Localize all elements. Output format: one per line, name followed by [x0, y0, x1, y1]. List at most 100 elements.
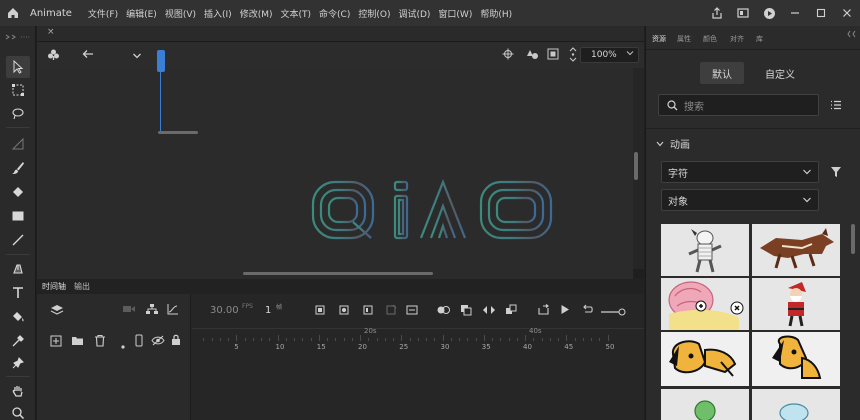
ruler-tick	[351, 338, 353, 341]
playhead[interactable]	[157, 50, 165, 72]
stage-canvas[interactable]	[37, 68, 633, 295]
menu-edit[interactable]: 编辑(E)	[122, 7, 161, 20]
menu-window[interactable]: 窗口(W)	[434, 7, 476, 20]
edit-symbols-icon[interactable]	[525, 48, 539, 64]
ruler-frame-number: 30	[440, 343, 450, 351]
asset-thumbnail[interactable]	[661, 224, 749, 276]
stage-horizontal-scrollbar[interactable]	[243, 272, 433, 275]
tab-align[interactable]: 对齐	[730, 34, 744, 44]
timeline-horizontal-scrollbar[interactable]	[158, 131, 198, 134]
toggle-default[interactable]: 默认	[700, 62, 744, 84]
pen-angle-tool-icon[interactable]	[6, 133, 30, 155]
minimize-icon[interactable]	[782, 0, 808, 26]
line-tool-icon[interactable]	[6, 229, 30, 251]
frame-ruler[interactable]: 20s40s60s80s5101520253035404550	[77, 313, 860, 351]
eraser-tool-icon[interactable]	[6, 181, 30, 203]
asset-thumbnail[interactable]	[752, 224, 840, 276]
close-icon[interactable]	[834, 0, 860, 26]
menu-bar: Animate 文件(F) 编辑(E) 视图(V) 插入(I) 修改(M) 文本…	[0, 0, 860, 26]
paint-bucket-tool-icon[interactable]	[6, 306, 30, 328]
stage-logo-artwork[interactable]	[309, 176, 557, 244]
undo-icon[interactable]	[581, 304, 593, 318]
maximize-icon[interactable]	[808, 0, 834, 26]
panel-collapse-icon[interactable]	[4, 30, 32, 43]
animate-window: Animate 文件(F) 编辑(E) 视图(V) 插入(I) 修改(M) 文本…	[0, 0, 860, 420]
toolbar-divider	[6, 254, 30, 255]
assets-vertical-scrollbar[interactable]	[851, 224, 855, 254]
center-stage-icon[interactable]	[568, 47, 578, 65]
pen-tool-icon[interactable]	[6, 258, 30, 280]
ruler-tick	[508, 338, 510, 341]
ruler-tick	[219, 338, 221, 341]
santa-character-image	[752, 278, 840, 330]
layers-stack-icon[interactable]	[50, 304, 64, 319]
pin-tool-icon[interactable]	[6, 352, 30, 374]
loop-icon[interactable]	[537, 304, 550, 319]
zoom-select[interactable]: 100%	[580, 47, 639, 63]
menu-commands[interactable]: 命令(C)	[315, 7, 354, 20]
ruler-tick	[294, 338, 295, 341]
tab-timeline[interactable]: 时间轴	[42, 281, 66, 292]
ruler-tick	[591, 338, 592, 341]
asset-thumbnail[interactable]	[752, 332, 840, 386]
play-icon[interactable]	[560, 304, 570, 318]
lasso-tool-icon[interactable]	[6, 103, 30, 125]
asset-thumbnail[interactable]	[661, 278, 749, 330]
document-tab-close[interactable]: ×	[47, 27, 55, 37]
tab-color[interactable]: 颜色	[703, 34, 717, 44]
menu-control[interactable]: 控制(O)	[354, 7, 394, 20]
zoom-slider-icon[interactable]	[600, 306, 626, 319]
toggle-custom[interactable]: 自定义	[754, 62, 806, 84]
rectangle-tool-icon[interactable]	[6, 205, 30, 227]
back-arrow-icon[interactable]	[82, 49, 94, 62]
stage-vertical-scrollbar[interactable]	[634, 152, 638, 180]
selection-tool-icon[interactable]	[6, 56, 30, 78]
ruler-tick	[244, 338, 246, 341]
asset-thumbnail[interactable]	[752, 278, 840, 330]
search-input[interactable]: 搜索	[658, 94, 819, 116]
asset-thumbnail[interactable]	[752, 389, 840, 420]
free-transform-tool-icon[interactable]	[6, 79, 30, 101]
test-movie-icon[interactable]	[756, 0, 782, 26]
menu-debug[interactable]: 调试(D)	[394, 7, 434, 20]
tab-output[interactable]: 输出	[74, 281, 90, 292]
menu-text[interactable]: 文本(T)	[277, 7, 316, 20]
home-icon[interactable]	[0, 0, 26, 26]
text-tool-icon[interactable]	[6, 282, 30, 304]
zoom-tool-icon[interactable]	[6, 402, 30, 420]
ruler-tick	[343, 338, 345, 341]
menu-file[interactable]: 文件(F)	[84, 7, 122, 20]
fps-unit: FPS	[242, 303, 253, 310]
type-dropdown[interactable]: 对象	[661, 189, 819, 211]
workspace-icon[interactable]	[730, 0, 756, 26]
new-layer-icon[interactable]	[50, 335, 62, 350]
ruler-tick	[467, 338, 469, 341]
menu-modify[interactable]: 修改(M)	[236, 7, 277, 20]
asset-thumbnail[interactable]	[661, 389, 749, 420]
edit-bar	[37, 42, 644, 68]
eyedropper-tool-icon[interactable]	[6, 330, 30, 352]
scene-icon[interactable]	[47, 48, 60, 64]
filter-icon[interactable]	[830, 166, 842, 181]
section-animation[interactable]: 动画	[656, 136, 690, 151]
tab-properties[interactable]: 属性	[677, 34, 691, 44]
list-view-icon[interactable]	[830, 100, 842, 113]
hand-tool-icon[interactable]	[6, 380, 30, 402]
menu-help[interactable]: 帮助(H)	[476, 7, 516, 20]
category-dropdown[interactable]: 字符	[661, 161, 819, 183]
document-tab[interactable]: ×	[37, 26, 644, 42]
clip-content-icon[interactable]	[547, 48, 559, 63]
panel-collapse-icon[interactable]	[847, 28, 857, 41]
snap-icon[interactable]	[502, 48, 514, 63]
chevron-down-icon	[656, 141, 664, 146]
asset-thumbnail[interactable]	[661, 332, 749, 386]
tab-library[interactable]: 库	[756, 34, 763, 44]
tab-assets[interactable]: 资源	[652, 34, 666, 44]
menu-insert[interactable]: 插入(I)	[200, 7, 236, 20]
classic-tween-icon[interactable]	[505, 304, 517, 319]
menu-view[interactable]: 视图(V)	[161, 7, 200, 20]
ruler-tick	[599, 338, 601, 341]
brush-tool-icon[interactable]	[6, 157, 30, 179]
scene-dropdown-chevron-icon[interactable]	[132, 50, 142, 63]
share-icon[interactable]	[704, 0, 730, 26]
